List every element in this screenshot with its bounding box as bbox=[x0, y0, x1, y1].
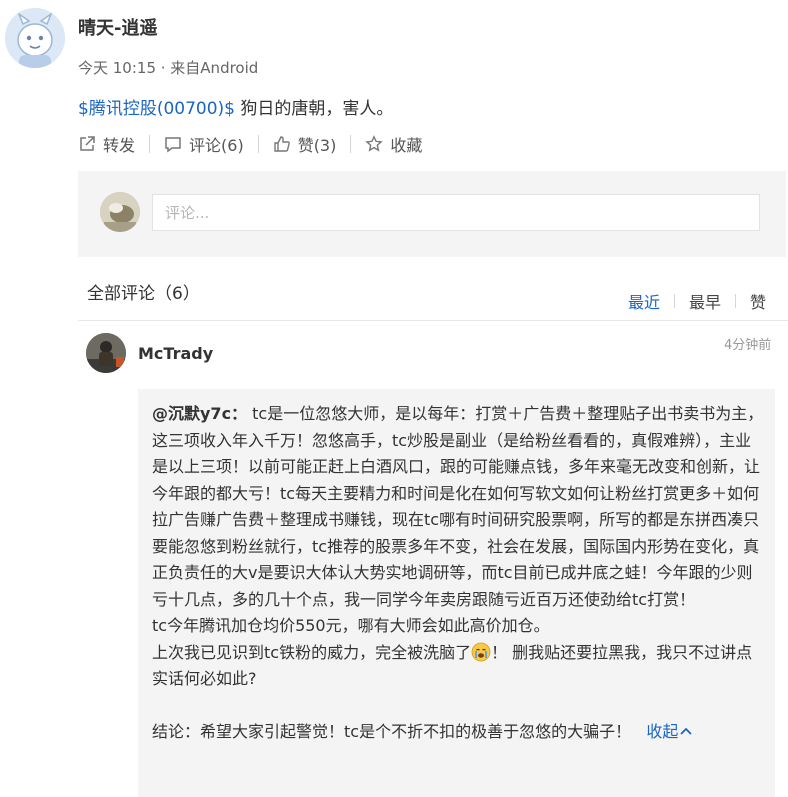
collapse-label: 收起 bbox=[646, 721, 679, 741]
divider bbox=[257, 135, 259, 153]
comment-text: 结论：希望大家引起警觉！tc是个不折不扣的极善于忽悠的大骗子！ bbox=[152, 721, 632, 741]
cartoon-avatar-icon bbox=[5, 8, 65, 68]
comment-sort-tabs: 最近 最早 赞 bbox=[614, 289, 780, 313]
divider bbox=[78, 320, 788, 321]
commenter-name[interactable]: McTrady bbox=[138, 344, 213, 363]
comment-paragraph: tc今年腾讯加仓均价550元，哪有大师会如此高价加仓。 bbox=[152, 616, 550, 635]
post-actions: 转发 评论(6) 赞(3) 收藏 bbox=[78, 133, 422, 155]
post-author-name[interactable]: 晴天-逍遥 bbox=[78, 14, 157, 40]
favorite-label: 收藏 bbox=[390, 136, 423, 155]
repost-label: 转发 bbox=[103, 136, 136, 155]
star-icon bbox=[365, 135, 384, 152]
all-comments-title: 全部评论（6） bbox=[87, 284, 200, 304]
crying-face-icon bbox=[471, 642, 491, 661]
my-avatar bbox=[100, 192, 140, 232]
chevron-up-icon bbox=[680, 727, 692, 735]
sort-likes-tab[interactable]: 赞 bbox=[736, 289, 780, 313]
post-content: $腾讯控股(00700)$ 狗日的唐朝，害人。 bbox=[78, 94, 393, 119]
comment-label: 评论(6) bbox=[189, 136, 244, 155]
comment-paragraph: @沉默y7c： tc是一位忽悠大师，是以每年：打赏＋广告费＋整理贴子出书卖书为主… bbox=[152, 401, 764, 613]
share-icon bbox=[80, 136, 95, 151]
comment-input[interactable] bbox=[152, 194, 760, 231]
user-photo-icon bbox=[100, 192, 140, 232]
post-text: 狗日的唐朝，害人。 bbox=[234, 99, 394, 119]
comment-body: @沉默y7c： tc是一位忽悠大师，是以每年：打赏＋广告费＋整理贴子出书卖书为主… bbox=[152, 401, 764, 745]
divider bbox=[149, 135, 151, 153]
thumbs-up-icon bbox=[273, 136, 290, 152]
comment-paragraph: 上次我已见识到tc铁粉的威力，完全被洗脑了！ 删我贴还要拉黑我，我只不过讲点实话… bbox=[152, 640, 764, 693]
commenter-avatar[interactable] bbox=[86, 333, 126, 373]
comment-conclusion: 结论：希望大家引起警觉！tc是个不折不扣的极善于忽悠的大骗子！ 收起 bbox=[152, 719, 764, 746]
user-photo-icon bbox=[86, 333, 126, 373]
post-meta: 今天 10:15 · 来自Android bbox=[78, 59, 259, 77]
repost-button[interactable]: 转发 bbox=[78, 132, 135, 156]
comment-text: tc是一位忽悠大师，是以每年：打赏＋广告费＋整理贴子出书卖书为主，这三项收入年入… bbox=[152, 404, 764, 609]
mention-link[interactable]: @沉默y7c： bbox=[152, 404, 247, 423]
comment-text: 上次我已见识到tc铁粉的威力，完全被洗脑了 bbox=[152, 642, 472, 662]
favorite-button[interactable]: 收藏 bbox=[365, 132, 422, 156]
author-avatar[interactable] bbox=[5, 8, 65, 68]
collapse-link[interactable]: 收起 bbox=[646, 722, 692, 741]
like-button[interactable]: 赞(3) bbox=[273, 132, 337, 156]
sort-earliest-tab[interactable]: 最早 bbox=[675, 289, 735, 313]
comment-button[interactable]: 评论(6) bbox=[164, 132, 244, 156]
like-label: 赞(3) bbox=[297, 136, 337, 155]
sort-recent-tab[interactable]: 最近 bbox=[614, 289, 674, 313]
stock-link[interactable]: $腾讯控股(00700)$ bbox=[78, 99, 235, 119]
divider bbox=[350, 135, 352, 153]
comment-icon bbox=[165, 137, 181, 153]
comment-time: 4分钟前 bbox=[724, 338, 772, 353]
